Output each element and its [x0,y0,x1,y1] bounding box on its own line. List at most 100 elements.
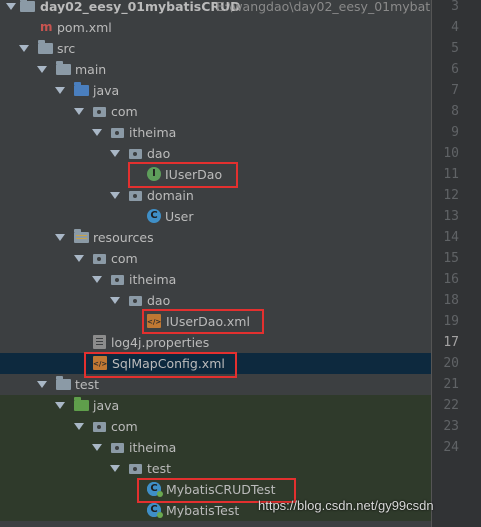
chevron-down-icon[interactable] [55,234,65,241]
chevron-down-icon[interactable] [110,192,120,199]
package-label: com [111,104,138,119]
folder-label: java [93,83,120,98]
package-label: itheima [129,125,177,140]
tree-row-test-java[interactable]: java [0,395,431,416]
line-number: 19 [443,314,459,329]
line-number: 12 [443,188,459,203]
folder-icon [56,376,71,390]
line-number: 7 [451,83,459,98]
tree-row-com[interactable]: com [0,101,431,122]
line-number: 8 [451,104,459,119]
tree-row-main[interactable]: main [0,59,431,80]
package-icon [93,107,106,117]
folder-label: resources [93,230,154,245]
folder-icon [20,0,35,12]
package-icon [93,254,106,264]
package-label: test [147,461,172,476]
chevron-down-icon[interactable] [19,45,29,52]
chevron-down-icon[interactable] [110,150,120,157]
chevron-down-icon[interactable] [74,255,84,262]
current-line-number: 17 [443,335,459,350]
folder-label: src [57,41,76,56]
highlight-box [128,162,238,188]
folder-label: java [93,398,120,413]
tree-row-dao[interactable]: dao [0,143,431,164]
watermark: https://blog.csdn.net/gy99csdn [258,498,434,513]
line-number: 4 [451,20,459,35]
package-icon [129,191,142,201]
line-number: 13 [443,209,459,224]
chevron-down-icon[interactable] [55,87,65,94]
chevron-down-icon[interactable] [6,3,16,10]
line-number: 20 [443,356,459,371]
line-number: 16 [443,272,459,287]
tree-row-com[interactable]: com [0,248,431,269]
tree-row-itheima[interactable]: itheima [0,269,431,290]
tree-row-itheima[interactable]: itheima [0,437,431,458]
tree-row-java[interactable]: java [0,80,431,101]
line-number [429,458,459,479]
tree-row-itheima[interactable]: itheima [0,122,431,143]
highlight-box [84,352,237,378]
resources-folder-icon [74,229,89,243]
line-number: 9 [451,125,459,140]
chevron-down-icon[interactable] [55,402,65,409]
chevron-down-icon[interactable] [92,276,102,283]
tree-row-domain[interactable]: domain [0,185,431,206]
line-number: 21 [443,377,459,392]
test-class-icon: C [147,503,163,518]
line-number: 15 [443,251,459,266]
package-label: dao [147,146,171,161]
chevron-down-icon[interactable] [110,465,120,472]
chevron-down-icon[interactable] [74,423,84,430]
tree-row-src[interactable]: src [0,38,431,59]
project-path: E:\wangdao\day02_eesy_01mybatisC [216,0,449,14]
highlight-box [142,309,264,334]
line-number: 23 [443,419,459,434]
file-label: MybatisTest [166,503,240,518]
package-label: itheima [129,272,177,287]
chevron-down-icon[interactable] [37,66,47,73]
file-label: User [165,209,194,224]
package-icon [93,422,106,432]
file-label: log4j.properties [111,335,210,350]
line-number: 6 [451,62,459,77]
package-label: dao [147,293,171,308]
tree-row-dao[interactable]: dao [0,290,431,311]
folder-icon [38,40,53,54]
tree-row-pom[interactable]: m pom.xml [0,17,431,38]
tree-row-com[interactable]: com [0,416,431,437]
package-icon [111,443,124,453]
package-icon [111,275,124,285]
package-label: com [111,251,138,266]
chevron-down-icon[interactable] [110,297,120,304]
package-icon [129,464,142,474]
package-icon [129,149,142,159]
chevron-down-icon[interactable] [37,381,47,388]
line-number-gutter: 3 4 5 6 7 8 9 10 11 12 13 14 15 16 17 18… [431,0,481,527]
tree-row-test-package[interactable]: test [0,458,431,479]
line-number: 22 [443,398,459,413]
package-icon [129,296,142,306]
folder-icon [56,61,71,75]
tree-row-project-root[interactable]: day02_eesy_01mybatisCRUD E:\wangdao\day0… [0,0,449,17]
tree-row-user[interactable]: C User [0,206,431,227]
project-tree: day02_eesy_01mybatisCRUD E:\wangdao\day0… [0,0,449,527]
properties-file-icon [93,335,106,349]
line-number: 18 [443,293,459,308]
test-folder-icon [74,397,89,411]
line-number: 3 [451,0,459,14]
line-number: 11 [443,167,459,182]
line-number: 24 [443,440,459,455]
source-folder-icon [74,82,89,96]
maven-icon: m [40,20,53,34]
class-icon: C [147,209,161,223]
chevron-down-icon[interactable] [92,129,102,136]
tree-row-resources[interactable]: resources [0,227,431,248]
tree-row-log4j[interactable]: log4j.properties [0,332,431,353]
chevron-down-icon[interactable] [92,444,102,451]
line-number: 10 [443,146,459,161]
file-label: pom.xml [57,20,112,35]
chevron-down-icon[interactable] [74,108,84,115]
line-number: 5 [451,41,459,56]
